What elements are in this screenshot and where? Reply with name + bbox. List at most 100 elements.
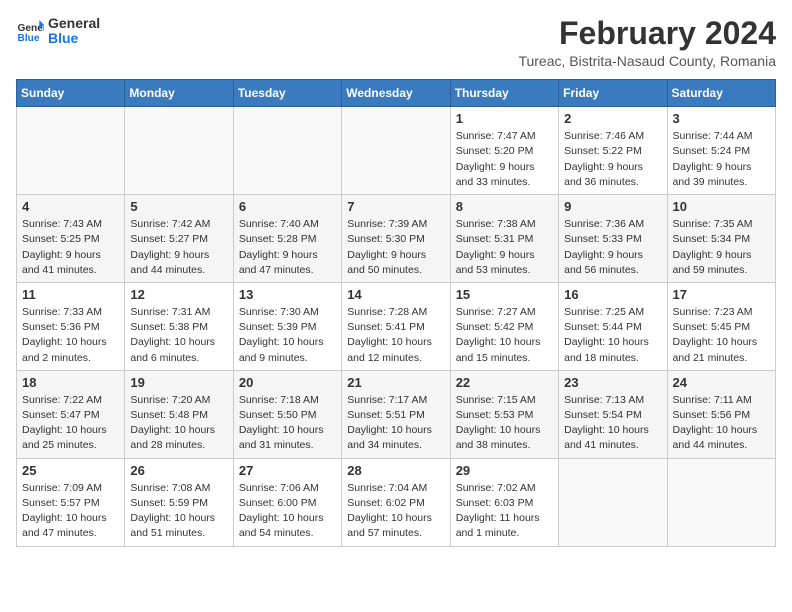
- logo-blue: Blue: [48, 31, 100, 46]
- calendar-cell: 26 Sunrise: 7:08 AM Sunset: 5:59 PM Dayli…: [125, 458, 233, 546]
- calendar-cell: 22 Sunrise: 7:15 AM Sunset: 5:53 PM Dayli…: [450, 370, 558, 458]
- day-number: 16: [564, 287, 661, 302]
- calendar-cell: 1Sunrise: 7:47 AM Sunset: 5:20 PM Daylig…: [450, 107, 558, 195]
- calendar-cell: 13 Sunrise: 7:30 AM Sunset: 5:39 PM Dayli…: [233, 282, 341, 370]
- day-number: 6: [239, 199, 336, 214]
- day-info: Sunrise: 7:44 AM Sunset: 5:24 PM Dayligh…: [673, 129, 770, 190]
- calendar-header-row: SundayMondayTuesdayWednesdayThursdayFrid…: [17, 80, 776, 107]
- calendar-cell: 7 Sunrise: 7:39 AM Sunset: 5:30 PM Daylig…: [342, 195, 450, 283]
- weekday-header-friday: Friday: [559, 80, 667, 107]
- logo: General Blue General Blue: [16, 16, 100, 47]
- day-number: 9: [564, 199, 661, 214]
- calendar-cell: 23 Sunrise: 7:13 AM Sunset: 5:54 PM Dayli…: [559, 370, 667, 458]
- day-number: 24: [673, 375, 770, 390]
- calendar-cell: 8 Sunrise: 7:38 AM Sunset: 5:31 PM Daylig…: [450, 195, 558, 283]
- day-info: Sunrise: 7:22 AM Sunset: 5:47 PM Dayligh…: [22, 393, 119, 454]
- calendar-cell: 17 Sunrise: 7:23 AM Sunset: 5:45 PM Dayli…: [667, 282, 775, 370]
- day-info: Sunrise: 7:06 AM Sunset: 6:00 PM Dayligh…: [239, 481, 336, 542]
- day-number: 25: [22, 463, 119, 478]
- calendar-cell: 18 Sunrise: 7:22 AM Sunset: 5:47 PM Dayli…: [17, 370, 125, 458]
- day-info: Sunrise: 7:04 AM Sunset: 6:02 PM Dayligh…: [347, 481, 444, 542]
- day-number: 18: [22, 375, 119, 390]
- day-info: Sunrise: 7:17 AM Sunset: 5:51 PM Dayligh…: [347, 393, 444, 454]
- weekday-header-wednesday: Wednesday: [342, 80, 450, 107]
- calendar-cell: 12 Sunrise: 7:31 AM Sunset: 5:38 PM Dayli…: [125, 282, 233, 370]
- calendar-cell: 27 Sunrise: 7:06 AM Sunset: 6:00 PM Dayli…: [233, 458, 341, 546]
- day-number: 14: [347, 287, 444, 302]
- weekday-header-monday: Monday: [125, 80, 233, 107]
- day-number: 26: [130, 463, 227, 478]
- day-number: 2: [564, 111, 661, 126]
- day-number: 10: [673, 199, 770, 214]
- day-info: Sunrise: 7:23 AM Sunset: 5:45 PM Dayligh…: [673, 305, 770, 366]
- day-number: 3: [673, 111, 770, 126]
- calendar-cell: 14 Sunrise: 7:28 AM Sunset: 5:41 PM Dayli…: [342, 282, 450, 370]
- calendar-week-3: 18 Sunrise: 7:22 AM Sunset: 5:47 PM Dayli…: [17, 370, 776, 458]
- day-number: 23: [564, 375, 661, 390]
- day-info: Sunrise: 7:13 AM Sunset: 5:54 PM Dayligh…: [564, 393, 661, 454]
- calendar-cell: [233, 107, 341, 195]
- day-info: Sunrise: 7:35 AM Sunset: 5:34 PM Dayligh…: [673, 217, 770, 278]
- day-number: 21: [347, 375, 444, 390]
- page-header: General Blue General Blue February 2024 …: [16, 16, 776, 69]
- day-number: 20: [239, 375, 336, 390]
- day-number: 7: [347, 199, 444, 214]
- calendar-cell: 19Sunrise: 7:20 AM Sunset: 5:48 PM Dayli…: [125, 370, 233, 458]
- day-number: 13: [239, 287, 336, 302]
- day-number: 8: [456, 199, 553, 214]
- calendar-cell: [559, 458, 667, 546]
- day-info: Sunrise: 7:30 AM Sunset: 5:39 PM Dayligh…: [239, 305, 336, 366]
- month-title: February 2024: [518, 16, 776, 51]
- calendar-cell: 4Sunrise: 7:43 AM Sunset: 5:25 PM Daylig…: [17, 195, 125, 283]
- day-info: Sunrise: 7:47 AM Sunset: 5:20 PM Dayligh…: [456, 129, 553, 190]
- day-info: Sunrise: 7:40 AM Sunset: 5:28 PM Dayligh…: [239, 217, 336, 278]
- svg-text:Blue: Blue: [18, 34, 40, 45]
- day-info: Sunrise: 7:38 AM Sunset: 5:31 PM Dayligh…: [456, 217, 553, 278]
- weekday-header-thursday: Thursday: [450, 80, 558, 107]
- day-number: 11: [22, 287, 119, 302]
- day-number: 12: [130, 287, 227, 302]
- day-number: 17: [673, 287, 770, 302]
- day-number: 28: [347, 463, 444, 478]
- calendar-cell: 5 Sunrise: 7:42 AM Sunset: 5:27 PM Daylig…: [125, 195, 233, 283]
- logo-icon: General Blue: [16, 17, 44, 45]
- day-number: 15: [456, 287, 553, 302]
- day-info: Sunrise: 7:08 AM Sunset: 5:59 PM Dayligh…: [130, 481, 227, 542]
- calendar-cell: 3 Sunrise: 7:44 AM Sunset: 5:24 PM Daylig…: [667, 107, 775, 195]
- day-number: 22: [456, 375, 553, 390]
- calendar-cell: 11Sunrise: 7:33 AM Sunset: 5:36 PM Dayli…: [17, 282, 125, 370]
- day-info: Sunrise: 7:25 AM Sunset: 5:44 PM Dayligh…: [564, 305, 661, 366]
- calendar-cell: 2Sunrise: 7:46 AM Sunset: 5:22 PM Daylig…: [559, 107, 667, 195]
- day-info: Sunrise: 7:42 AM Sunset: 5:27 PM Dayligh…: [130, 217, 227, 278]
- calendar-week-0: 1Sunrise: 7:47 AM Sunset: 5:20 PM Daylig…: [17, 107, 776, 195]
- weekday-header-saturday: Saturday: [667, 80, 775, 107]
- calendar-cell: 28 Sunrise: 7:04 AM Sunset: 6:02 PM Dayli…: [342, 458, 450, 546]
- day-info: Sunrise: 7:27 AM Sunset: 5:42 PM Dayligh…: [456, 305, 553, 366]
- calendar-cell: 21 Sunrise: 7:17 AM Sunset: 5:51 PM Dayli…: [342, 370, 450, 458]
- logo-general: General: [48, 16, 100, 31]
- calendar-cell: 15 Sunrise: 7:27 AM Sunset: 5:42 PM Dayli…: [450, 282, 558, 370]
- day-number: 4: [22, 199, 119, 214]
- calendar-cell: 10 Sunrise: 7:35 AM Sunset: 5:34 PM Dayli…: [667, 195, 775, 283]
- calendar-cell: 9Sunrise: 7:36 AM Sunset: 5:33 PM Daylig…: [559, 195, 667, 283]
- day-number: 29: [456, 463, 553, 478]
- day-info: Sunrise: 7:39 AM Sunset: 5:30 PM Dayligh…: [347, 217, 444, 278]
- calendar-week-4: 25Sunrise: 7:09 AM Sunset: 5:57 PM Dayli…: [17, 458, 776, 546]
- calendar-body: 1Sunrise: 7:47 AM Sunset: 5:20 PM Daylig…: [17, 107, 776, 546]
- calendar-cell: [125, 107, 233, 195]
- calendar-cell: 20Sunrise: 7:18 AM Sunset: 5:50 PM Dayli…: [233, 370, 341, 458]
- day-number: 5: [130, 199, 227, 214]
- calendar-cell: 24Sunrise: 7:11 AM Sunset: 5:56 PM Dayli…: [667, 370, 775, 458]
- calendar-cell: [342, 107, 450, 195]
- day-number: 27: [239, 463, 336, 478]
- calendar-week-1: 4Sunrise: 7:43 AM Sunset: 5:25 PM Daylig…: [17, 195, 776, 283]
- day-info: Sunrise: 7:20 AM Sunset: 5:48 PM Dayligh…: [130, 393, 227, 454]
- day-info: Sunrise: 7:31 AM Sunset: 5:38 PM Dayligh…: [130, 305, 227, 366]
- day-info: Sunrise: 7:28 AM Sunset: 5:41 PM Dayligh…: [347, 305, 444, 366]
- title-block: February 2024 Tureac, Bistrita-Nasaud Co…: [518, 16, 776, 69]
- calendar-table: SundayMondayTuesdayWednesdayThursdayFrid…: [16, 79, 776, 546]
- weekday-header-sunday: Sunday: [17, 80, 125, 107]
- calendar-cell: 29Sunrise: 7:02 AM Sunset: 6:03 PM Dayli…: [450, 458, 558, 546]
- calendar-week-2: 11Sunrise: 7:33 AM Sunset: 5:36 PM Dayli…: [17, 282, 776, 370]
- day-info: Sunrise: 7:15 AM Sunset: 5:53 PM Dayligh…: [456, 393, 553, 454]
